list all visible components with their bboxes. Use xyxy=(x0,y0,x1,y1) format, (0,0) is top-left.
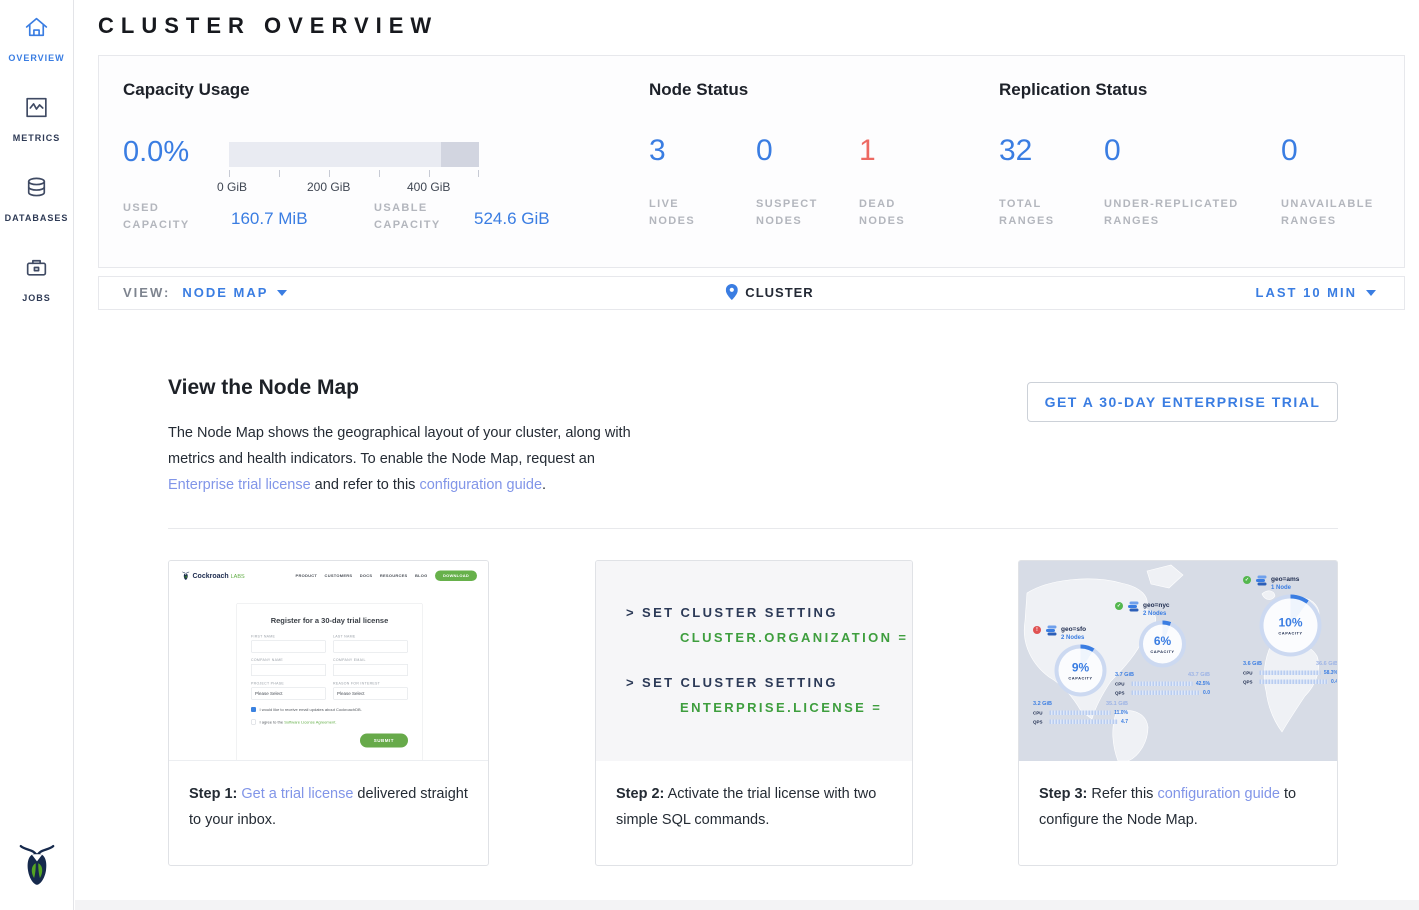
usable-capacity-label: USABLECAPACITY xyxy=(374,200,441,234)
sidebar: OVERVIEW METRICS DATABASES JOBS xyxy=(0,0,74,910)
time-range-selector[interactable]: LAST 10 MIN xyxy=(1256,277,1376,309)
briefcase-icon xyxy=(0,254,73,281)
caret-down-icon[interactable] xyxy=(277,290,287,296)
view-bar: VIEW: NODE MAP CLUSTER LAST 10 MIN xyxy=(98,276,1405,310)
mini-input xyxy=(251,664,326,676)
status-dot-live xyxy=(1243,576,1251,584)
capacity-gauge-ticks xyxy=(229,170,479,178)
get-trial-license-link[interactable]: Get a trial license xyxy=(241,786,353,802)
view-label: VIEW: xyxy=(123,285,170,300)
locality-breadcrumb: CLUSTER xyxy=(745,285,813,300)
mini-nav: PRODUCTCUSTOMERSDOCSRESOURCESBLOG DOWNLO… xyxy=(296,570,477,581)
total-ranges-stat: 32 TOTALRANGES xyxy=(999,134,1054,230)
node-map-widget-sfo: geo=sfo2 Nodes 9%CAPACITY 3.2 GiB35.1 Gi… xyxy=(1033,625,1128,725)
sidebar-item-overview[interactable]: OVERVIEW xyxy=(0,14,73,66)
dead-nodes-stat: 1 DEADNODES xyxy=(859,134,905,230)
node-map-widget-nyc: geo=nyc2 Nodes 6%CAPACITY 3.7 GiB43.7 Gi… xyxy=(1115,601,1210,696)
page-background-strip xyxy=(75,900,1419,910)
sidebar-item-label: METRICS xyxy=(13,133,61,143)
section-heading: View the Node Map xyxy=(168,376,359,400)
gauge-tick-label: 200 GiB xyxy=(307,180,350,194)
configuration-guide-link[interactable]: configuration guide xyxy=(1157,786,1280,802)
step-3-caption: Step 3: Refer this configuration guide t… xyxy=(1019,761,1337,833)
step-1-card: Cockroach LABS PRODUCTCUSTOMERSDOCSRESOU… xyxy=(168,560,489,866)
suspect-nodes-stat: 0 SUSPECTNODES xyxy=(756,134,818,230)
mini-input xyxy=(251,641,326,653)
mini-download-button: DOWNLOAD xyxy=(435,570,477,581)
capacity-used-percent: 0.0% xyxy=(123,136,189,169)
gauge-tick-label: 400 GiB xyxy=(407,180,450,194)
node-map-widget-ams: geo=ams1 Node 10%CAPACITY 3.6 GiB36.6 Gi… xyxy=(1243,575,1337,685)
configuration-guide-link[interactable]: configuration guide xyxy=(419,477,542,493)
mini-input xyxy=(333,641,408,653)
database-icon xyxy=(0,174,73,201)
mini-brand-name: Cockroach LABS xyxy=(193,572,245,580)
node-map-preview: geo=sfo2 Nodes 9%CAPACITY 3.2 GiB35.1 Gi… xyxy=(1019,561,1337,761)
sidebar-item-metrics[interactable]: METRICS xyxy=(0,94,73,146)
step-1-caption: Step 1: Get a trial license delivered st… xyxy=(169,761,488,833)
capacity-gauge-segment xyxy=(441,142,479,167)
status-dot-live xyxy=(1115,602,1123,610)
capacity-ring: 10%CAPACITY xyxy=(1260,595,1322,657)
capacity-usage-title: Capacity Usage xyxy=(123,80,250,100)
sidebar-item-label: DATABASES xyxy=(5,213,69,223)
status-dot-dead xyxy=(1033,626,1041,634)
capacity-ring: 9%CAPACITY xyxy=(1055,645,1107,697)
mini-checkbox xyxy=(251,720,256,725)
node-stack-icon xyxy=(1255,575,1268,587)
capacity-gauge xyxy=(229,142,479,167)
gauge-tick-label: 0 GiB xyxy=(217,180,247,194)
used-capacity-label: USEDCAPACITY xyxy=(123,200,190,234)
under-replicated-ranges-stat: 0 UNDER-REPLICATEDRANGES xyxy=(1104,134,1239,230)
sql-commands-graphic: > SET CLUSTER SETTING CLUSTER.ORGANIZATI… xyxy=(596,561,912,761)
capacity-ring: 6%CAPACITY xyxy=(1139,621,1186,668)
node-status-title: Node Status xyxy=(649,80,748,100)
sidebar-item-label: JOBS xyxy=(22,293,51,303)
mini-input xyxy=(333,664,408,676)
sidebar-item-label: OVERVIEW xyxy=(8,53,64,63)
metrics-icon xyxy=(0,94,73,121)
step-2-caption: Step 2: Activate the trial license with … xyxy=(596,761,912,833)
live-nodes-stat: 3 LIVENODES xyxy=(649,134,695,230)
usable-capacity-value: 524.6 GiB xyxy=(474,209,550,229)
sidebar-item-jobs[interactable]: JOBS xyxy=(0,254,73,306)
mini-submit-button: SUBMIT xyxy=(360,734,408,748)
view-selector[interactable]: NODE MAP xyxy=(182,285,268,300)
mini-trial-form: Register for a 30-day trial license FIRS… xyxy=(237,603,423,761)
sidebar-item-databases[interactable]: DATABASES xyxy=(0,174,73,226)
unavailable-ranges-stat: 0 UNAVAILABLERANGES xyxy=(1281,134,1374,230)
enterprise-trial-license-link[interactable]: Enterprise trial license xyxy=(168,477,311,493)
cluster-summary-panel: Capacity Usage 0.0% 0 GiB 200 GiB 400 Gi… xyxy=(98,55,1405,268)
mini-select: Please Select xyxy=(333,688,408,700)
caret-down-icon xyxy=(1366,290,1376,296)
mini-brand-bug-icon xyxy=(182,570,190,581)
cluster-overview-page: { "header": { "title": "CLUSTER OVERVIEW… xyxy=(0,0,1419,910)
home-icon xyxy=(0,14,73,41)
mini-select: Please Select xyxy=(251,688,326,700)
trial-signup-screenshot: Cockroach LABS PRODUCTCUSTOMERSDOCSRESOU… xyxy=(169,561,488,761)
enterprise-trial-button[interactable]: GET A 30-DAY ENTERPRISE TRIAL xyxy=(1027,382,1338,422)
mini-checkbox xyxy=(251,707,256,712)
step-3-card: geo=sfo2 Nodes 9%CAPACITY 3.2 GiB35.1 Gi… xyxy=(1018,560,1338,866)
node-stack-icon xyxy=(1127,601,1140,613)
mini-form-title: Register for a 30-day trial license xyxy=(251,617,408,626)
map-pin-icon xyxy=(725,284,737,300)
node-stack-icon xyxy=(1045,625,1058,637)
cockroachdb-logo xyxy=(0,841,73,894)
mini-site-header: Cockroach LABS PRODUCTCUSTOMERSDOCSRESOU… xyxy=(169,561,488,590)
used-capacity-value: 160.7 MiB xyxy=(231,209,308,229)
page-title: CLUSTER OVERVIEW xyxy=(98,13,438,39)
divider xyxy=(168,528,1338,529)
step-2-card: > SET CLUSTER SETTING CLUSTER.ORGANIZATI… xyxy=(595,560,913,866)
section-description: The Node Map shows the geographical layo… xyxy=(168,420,646,498)
node-map-placeholder-section: View the Node Map The Node Map shows the… xyxy=(98,310,1405,900)
replication-status-title: Replication Status xyxy=(999,80,1147,100)
